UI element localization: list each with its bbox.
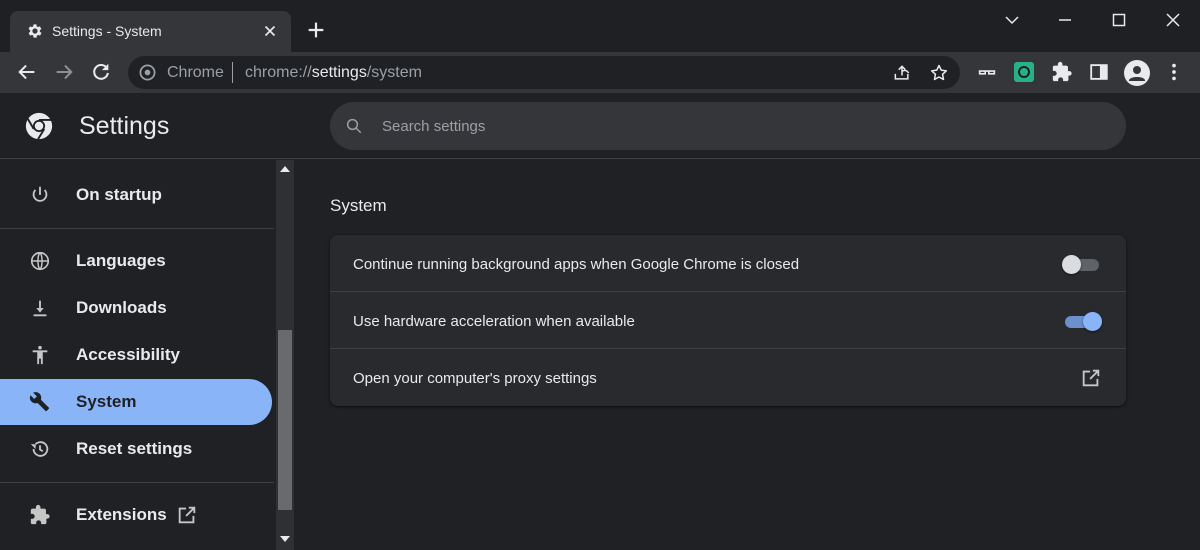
- page-title: Settings: [79, 112, 170, 140]
- scroll-down-arrow-icon[interactable]: [280, 536, 290, 542]
- setting-row-background-apps[interactable]: Continue running background apps when Go…: [330, 235, 1126, 292]
- sidebar-item-label: Reset settings: [76, 439, 193, 458]
- sidebar-item-label: Languages: [76, 251, 166, 270]
- accessibility-icon: [32, 345, 48, 365]
- sidebar-item-label: Downloads: [76, 298, 167, 317]
- reading-glasses-icon[interactable]: [976, 61, 998, 83]
- search-input[interactable]: [382, 115, 1082, 137]
- tab-settings-system[interactable]: Settings - System: [10, 11, 291, 52]
- sidebar-item-extensions[interactable]: Extensions: [0, 492, 272, 538]
- system-settings-card: Continue running background apps when Go…: [330, 235, 1126, 406]
- site-chip-label: Chrome: [167, 64, 224, 81]
- browser-toolbar: Chrome chrome://settings/system: [0, 52, 1200, 93]
- puzzle-icon: [30, 504, 50, 525]
- setting-row-proxy-settings[interactable]: Open your computer's proxy settings: [330, 349, 1126, 406]
- power-icon: [32, 186, 48, 202]
- settings-main: System Continue running background apps …: [294, 160, 1200, 550]
- sidebar-item-label: Accessibility: [76, 345, 180, 364]
- setting-label: Use hardware acceleration when available: [353, 313, 635, 330]
- extension-badge-icon[interactable]: [1014, 62, 1034, 82]
- setting-label: Open your computer's proxy settings: [353, 370, 597, 387]
- address-bar[interactable]: Chrome chrome://settings/system: [128, 56, 960, 89]
- back-arrow-icon[interactable]: [16, 61, 38, 83]
- puzzle-extensions-icon[interactable]: [1051, 61, 1073, 83]
- sidebar-item-reset-settings[interactable]: Reset settings: [0, 426, 272, 472]
- sidebar-divider: [0, 228, 274, 229]
- profile-avatar-icon[interactable]: [1124, 60, 1150, 86]
- sidebar-item-on-startup[interactable]: On startup: [0, 172, 272, 218]
- hardware-acceleration-toggle[interactable]: [1062, 311, 1102, 331]
- download-icon: [33, 300, 47, 317]
- close-window-icon[interactable]: [1161, 8, 1185, 32]
- bookmark-star-icon[interactable]: [929, 63, 949, 83]
- history-icon: [30, 441, 49, 457]
- background-apps-toggle[interactable]: [1062, 254, 1102, 274]
- settings-sidebar: On startup Languages Downloads Accessibi…: [0, 160, 276, 550]
- maximize-icon[interactable]: [1107, 8, 1131, 32]
- setting-row-hardware-acceleration[interactable]: Use hardware acceleration when available: [330, 292, 1126, 349]
- chrome-logo-icon: [25, 112, 53, 140]
- sidebar-item-system[interactable]: System: [0, 379, 272, 425]
- external-link-icon[interactable]: [1080, 367, 1102, 389]
- scroll-up-arrow-icon[interactable]: [280, 166, 290, 172]
- chevron-down-icon[interactable]: [1000, 8, 1024, 32]
- sidebar-item-label: Extensions: [76, 505, 167, 524]
- external-link-icon: [178, 506, 196, 524]
- search-icon: [346, 118, 362, 134]
- scroll-thumb[interactable]: [278, 330, 292, 510]
- wrench-icon: [29, 392, 50, 412]
- settings-search[interactable]: [330, 102, 1126, 150]
- browser-window: Settings - System Chrome chrome://settin…: [0, 0, 1200, 550]
- sidebar-item-downloads[interactable]: Downloads: [0, 285, 272, 331]
- globe-icon: [30, 251, 50, 271]
- forward-arrow-icon[interactable]: [53, 61, 75, 83]
- side-panel-icon[interactable]: [1088, 61, 1110, 83]
- tab-title: Settings - System: [52, 23, 162, 39]
- section-title: System: [330, 196, 387, 215]
- new-tab-icon[interactable]: [305, 19, 327, 41]
- minimize-icon[interactable]: [1053, 8, 1077, 32]
- reload-icon[interactable]: [90, 61, 112, 83]
- chrome-site-icon: [139, 64, 156, 81]
- setting-label: Continue running background apps when Go…: [353, 256, 800, 273]
- sidebar-item-label: On startup: [76, 185, 162, 204]
- sidebar-item-label: System: [76, 392, 137, 411]
- sidebar-scrollbar[interactable]: [276, 160, 294, 550]
- tab-strip: Settings - System: [0, 0, 1200, 52]
- gear-icon: [28, 24, 42, 38]
- sidebar-item-languages[interactable]: Languages: [0, 238, 272, 284]
- omnibox-separator: [232, 62, 233, 83]
- url-text: chrome://settings/system: [245, 64, 422, 81]
- settings-header: Settings: [0, 93, 1200, 159]
- sidebar-item-accessibility[interactable]: Accessibility: [0, 332, 272, 378]
- close-icon[interactable]: [261, 22, 279, 40]
- share-icon[interactable]: [892, 63, 912, 83]
- kebab-menu-icon[interactable]: [1163, 61, 1185, 83]
- sidebar-divider: [0, 482, 274, 483]
